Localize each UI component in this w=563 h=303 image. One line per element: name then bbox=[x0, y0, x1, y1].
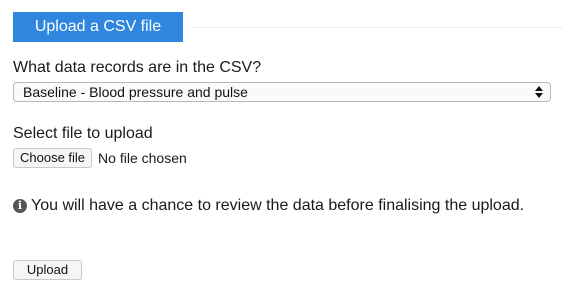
tab-upload-csv[interactable]: Upload a CSV file bbox=[13, 12, 183, 42]
info-message: i You will have a chance to review the da… bbox=[13, 194, 553, 218]
info-message-text: You will have a chance to review the dat… bbox=[31, 197, 525, 214]
select-updown-arrows-icon bbox=[531, 83, 547, 101]
upload-button[interactable]: Upload bbox=[13, 260, 82, 280]
choose-file-button[interactable]: Choose file bbox=[13, 148, 93, 168]
tab-row: Upload a CSV file bbox=[0, 12, 563, 42]
file-status-text: No file chosen bbox=[98, 150, 187, 166]
file-input: Choose file No file chosen bbox=[13, 148, 187, 168]
file-select-label: Select file to upload bbox=[13, 125, 153, 142]
record-type-label: What data records are in the CSV? bbox=[13, 59, 262, 76]
record-type-selected-value: Baseline - Blood pressure and pulse bbox=[23, 84, 248, 100]
info-circle-icon: i bbox=[13, 199, 27, 213]
csv-upload-panel: Upload a CSV file What data records are … bbox=[0, 0, 563, 303]
tab-divider bbox=[190, 27, 563, 28]
record-type-select[interactable]: Baseline - Blood pressure and pulse bbox=[13, 82, 551, 102]
